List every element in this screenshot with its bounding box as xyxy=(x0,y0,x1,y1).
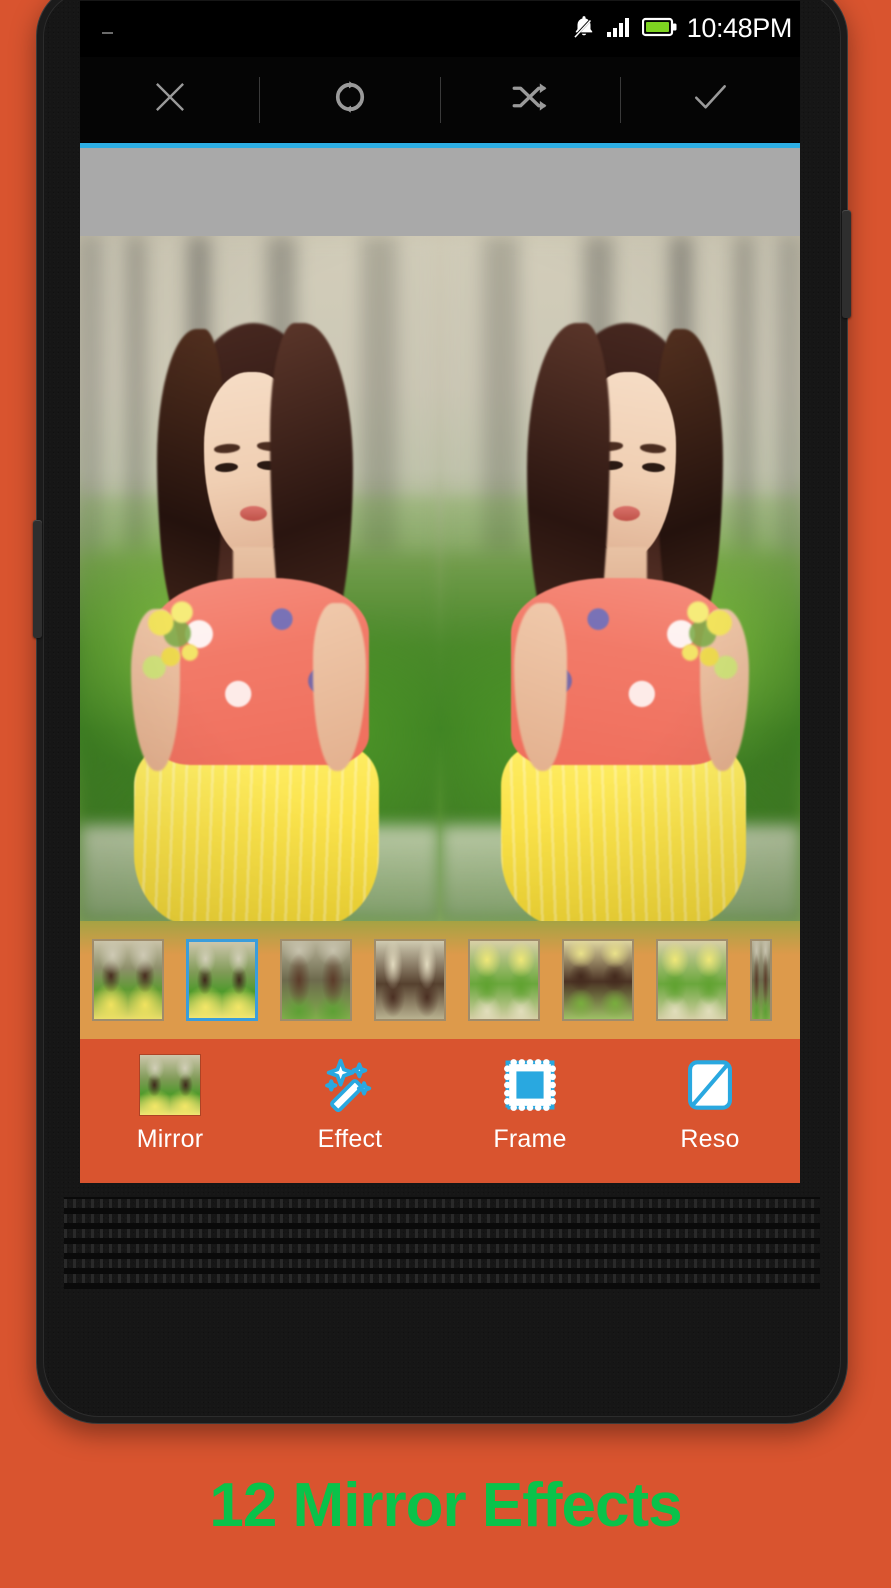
flower-bouquet xyxy=(140,590,207,697)
mirror-thumbnail-icon xyxy=(138,1053,202,1117)
power-button[interactable] xyxy=(842,210,851,318)
status-bar: 10:48PM xyxy=(80,1,800,57)
reso-tool-label: Reso xyxy=(680,1125,740,1153)
resolution-icon xyxy=(678,1053,742,1117)
status-time: 10:48PM xyxy=(686,12,793,43)
ad-banner[interactable] xyxy=(80,148,800,236)
yellow-skirt xyxy=(134,746,380,921)
bell-muted-icon xyxy=(571,14,597,45)
mirror-preset-1[interactable] xyxy=(92,939,164,1021)
shuffle-button[interactable] xyxy=(441,57,620,142)
mirror-tool-label: Mirror xyxy=(136,1125,204,1153)
frame-tool-button[interactable]: Frame xyxy=(445,1053,615,1154)
rotate-refresh-icon xyxy=(329,76,371,123)
signal-bars-icon xyxy=(606,15,633,44)
tool-bar: Mirror Effect Frame Reso xyxy=(80,1039,800,1183)
subject-figure-mirrored xyxy=(454,298,785,921)
flower-bouquet xyxy=(673,590,740,697)
magic-wand-icon xyxy=(318,1053,382,1117)
confirm-button[interactable] xyxy=(621,57,800,142)
mirror-preset-2[interactable] xyxy=(186,939,258,1021)
promo-caption: 12 Mirror Effects xyxy=(209,1471,682,1540)
yellow-skirt xyxy=(500,746,746,921)
photo-canvas[interactable] xyxy=(80,236,800,921)
mirror-preset-strip[interactable] xyxy=(80,921,800,1039)
phone-device: 10:48PM Mirror Effect Frame Reso xyxy=(33,0,851,1424)
mirror-preset-4[interactable] xyxy=(374,939,446,1021)
mirror-preset-6[interactable] xyxy=(562,939,634,1021)
frame-tool-label: Frame xyxy=(493,1125,567,1153)
volume-button[interactable] xyxy=(33,520,42,638)
close-button[interactable] xyxy=(80,57,259,142)
mirror-preset-8[interactable] xyxy=(750,939,772,1021)
mirror-preset-3[interactable] xyxy=(280,939,352,1021)
status-placeholder-dash xyxy=(102,32,113,34)
reso-tool-button[interactable]: Reso xyxy=(625,1053,795,1154)
stamp-frame-icon xyxy=(498,1053,562,1117)
mirror-tool-button[interactable]: Mirror xyxy=(85,1053,255,1154)
battery-icon xyxy=(641,16,678,43)
effect-tool-label: Effect xyxy=(317,1125,383,1153)
effect-tool-button[interactable]: Effect xyxy=(265,1053,435,1154)
shuffle-icon xyxy=(509,76,551,123)
close-x-icon xyxy=(149,76,191,123)
subject-figure xyxy=(94,298,425,921)
mirror-preset-5[interactable] xyxy=(468,939,540,1021)
check-icon xyxy=(688,75,732,124)
mirror-preset-7[interactable] xyxy=(656,939,728,1021)
action-bar xyxy=(80,57,800,143)
speaker-grille xyxy=(64,1197,820,1289)
phone-screen: 10:48PM Mirror Effect Frame Reso xyxy=(80,1,800,1183)
rotate-button[interactable] xyxy=(260,57,439,142)
photo-half-left xyxy=(80,236,440,921)
photo-half-right xyxy=(440,236,800,921)
